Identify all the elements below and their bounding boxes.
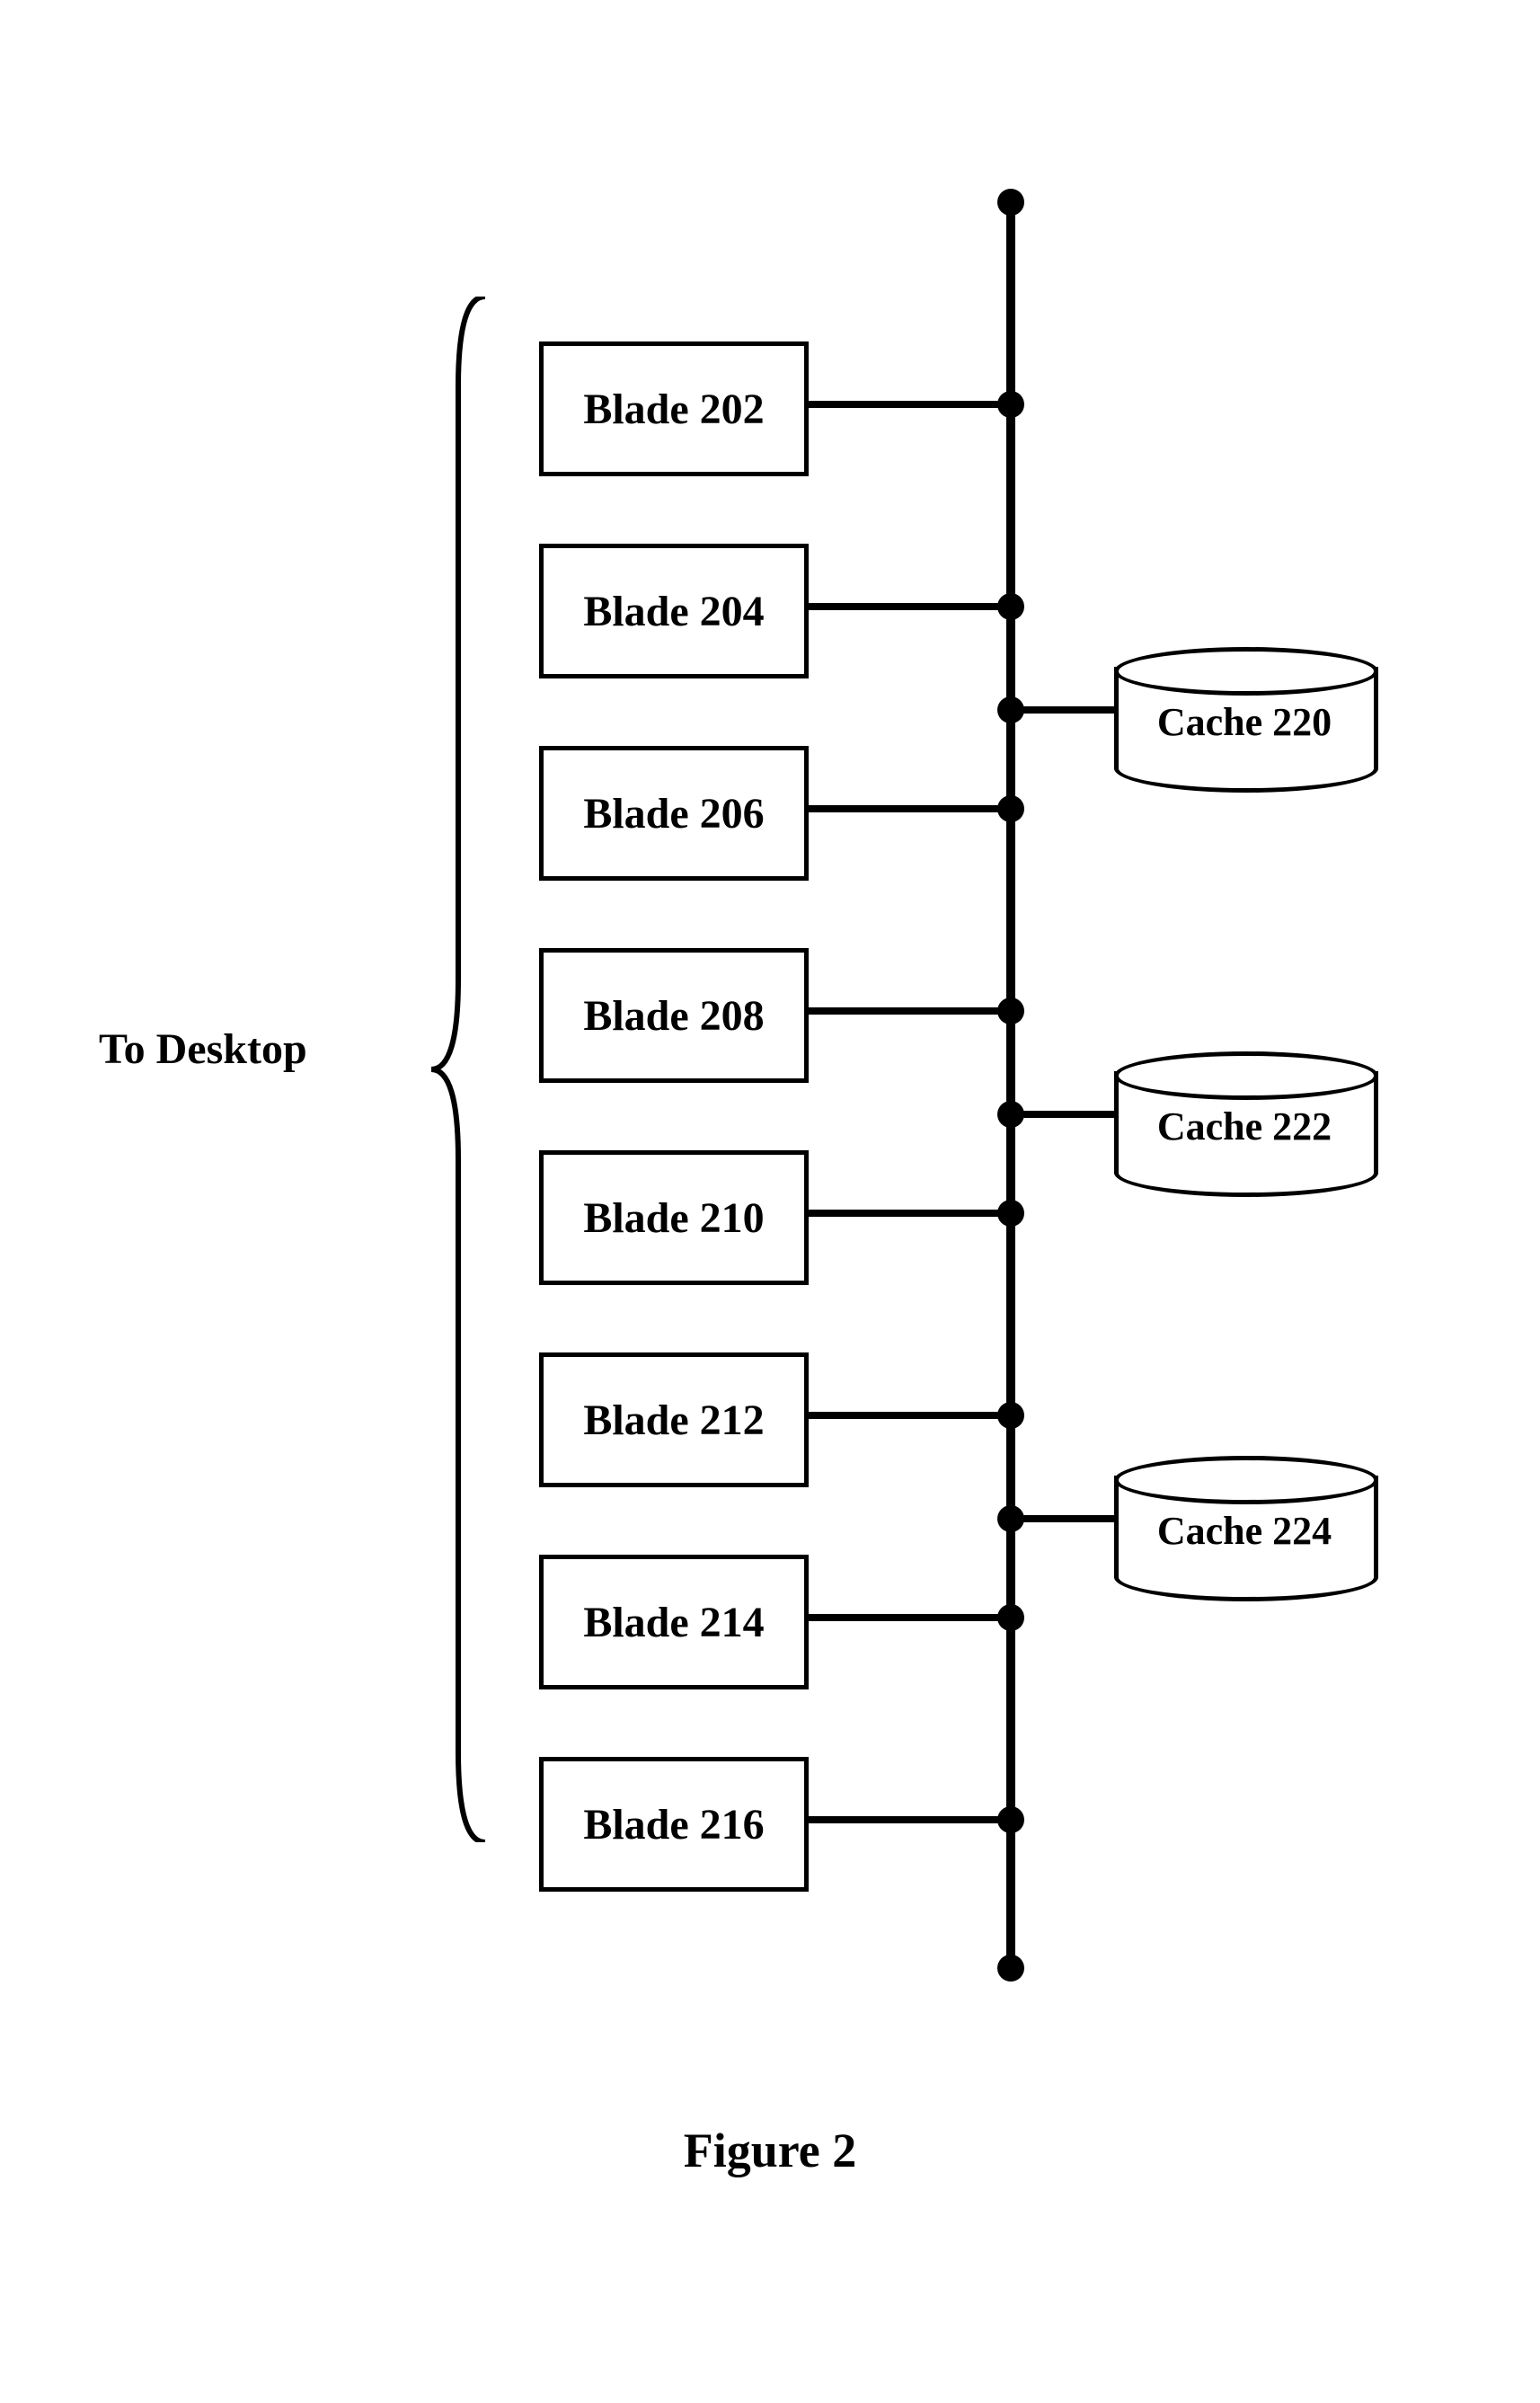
blade-204-box: Blade 204 (539, 544, 809, 678)
cache-224-connector (1015, 1515, 1114, 1522)
blade-206-connector (809, 805, 1006, 812)
diagram-container: To Desktop Blade 202 Blade 204 Blade 206… (90, 90, 1450, 2067)
blade-208-connector (809, 1007, 1006, 1015)
blade-202-box: Blade 202 (539, 341, 809, 476)
cylinder-top (1114, 1456, 1378, 1504)
blade-204-label: Blade 204 (583, 587, 764, 636)
cache-224: Cache 224 (1114, 1456, 1375, 1582)
cache-220-dot (997, 696, 1024, 723)
blade-212-dot (997, 1402, 1024, 1429)
blade-206-box: Blade 206 (539, 746, 809, 881)
blade-206-label: Blade 206 (583, 789, 764, 838)
blade-208-dot (997, 998, 1024, 1024)
blade-216-label: Blade 216 (583, 1800, 764, 1849)
blade-206-dot (997, 795, 1024, 822)
blade-214-dot (997, 1604, 1024, 1631)
blade-210-dot (997, 1200, 1024, 1227)
blade-210-box: Blade 210 (539, 1150, 809, 1285)
blade-214-label: Blade 214 (583, 1598, 764, 1647)
blade-212-box: Blade 212 (539, 1352, 809, 1487)
blade-202-connector (809, 401, 1006, 408)
cache-222-connector (1015, 1111, 1114, 1118)
blade-204-connector (809, 603, 1006, 610)
bus-dot-top (997, 189, 1024, 216)
cache-220: Cache 220 (1114, 647, 1375, 773)
cache-220-label: Cache 220 (1114, 699, 1375, 745)
cache-224-dot (997, 1505, 1024, 1532)
figure-caption: Figure 2 (0, 2123, 1540, 2178)
cache-222-dot (997, 1101, 1024, 1128)
cylinder-top (1114, 1051, 1378, 1100)
blade-212-connector (809, 1412, 1006, 1419)
bus-line (1006, 198, 1015, 1968)
blade-204-dot (997, 593, 1024, 620)
blade-214-connector (809, 1614, 1006, 1621)
blade-210-connector (809, 1210, 1006, 1217)
blade-216-connector (809, 1816, 1006, 1823)
blade-208-label: Blade 208 (583, 991, 764, 1041)
cache-222: Cache 222 (1114, 1051, 1375, 1177)
blade-210-label: Blade 210 (583, 1193, 764, 1243)
blade-202-label: Blade 202 (583, 385, 764, 434)
bus-dot-bottom (997, 1955, 1024, 1982)
blade-212-label: Blade 212 (583, 1396, 764, 1445)
cache-224-label: Cache 224 (1114, 1508, 1375, 1554)
blade-216-dot (997, 1806, 1024, 1833)
cache-220-connector (1015, 706, 1114, 714)
desktop-label: To Desktop (99, 1024, 307, 1074)
blade-214-box: Blade 214 (539, 1555, 809, 1689)
blade-202-dot (997, 391, 1024, 418)
cache-222-label: Cache 222 (1114, 1104, 1375, 1149)
cylinder-top (1114, 647, 1378, 696)
curly-brace (422, 297, 494, 1842)
blade-208-box: Blade 208 (539, 948, 809, 1083)
blade-216-box: Blade 216 (539, 1757, 809, 1892)
